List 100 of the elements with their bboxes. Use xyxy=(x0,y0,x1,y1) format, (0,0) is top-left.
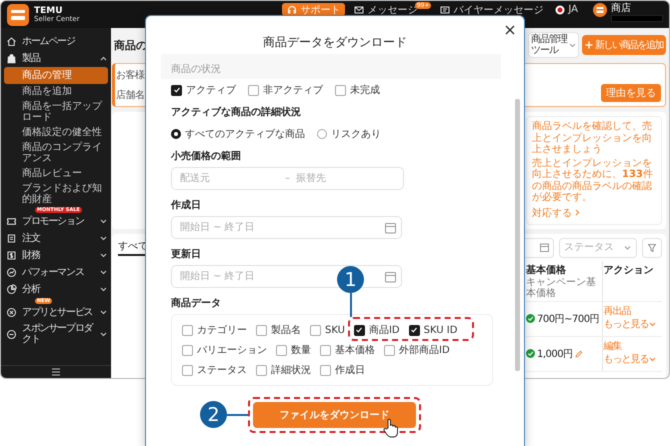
checkbox[interactable]: SKU xyxy=(310,323,345,337)
dialog-title: 商品データをダウンロード xyxy=(263,34,407,51)
checkbox[interactable]: 外部商品ID xyxy=(384,343,450,357)
check-icon xyxy=(410,326,418,334)
section-label: 小売価格の範囲 xyxy=(171,150,241,163)
chat-icon xyxy=(440,4,450,14)
checkbox[interactable]: 作成日 xyxy=(320,363,365,377)
checkbox[interactable]: 製品名 xyxy=(256,323,301,337)
price-text: 700円~700円 xyxy=(537,312,600,326)
nav-item[interactable]: ホームページ xyxy=(1,33,111,50)
chevron-right-icon xyxy=(575,209,580,216)
pie-chart-icon xyxy=(6,284,17,295)
hand-cursor-icon xyxy=(383,418,399,438)
calendar-icon xyxy=(385,222,396,233)
checkbox[interactable]: ステータス xyxy=(182,363,247,377)
checkbox[interactable]: アクティブ xyxy=(171,83,236,97)
chevron-down-icon xyxy=(100,236,107,241)
chevron-down-icon xyxy=(100,332,107,336)
status-select[interactable]: ステータス xyxy=(559,238,637,258)
store-avatar-icon xyxy=(593,3,607,17)
logo-icon xyxy=(7,4,29,26)
notice-text: お客様 xyxy=(116,68,144,82)
circle-x-icon xyxy=(6,307,17,318)
chevron-up-icon xyxy=(100,56,107,61)
chevron-down-icon xyxy=(100,287,107,292)
section-label: 作成日 xyxy=(171,198,201,212)
column-header: 基本価格 xyxy=(526,264,567,276)
plus-icon xyxy=(585,41,593,49)
language-button[interactable]: JA xyxy=(552,3,581,16)
card-title: 商品ラベルを確認して、売上とインプレッションを向上させましょう xyxy=(532,121,653,156)
check-icon xyxy=(355,326,364,334)
section-label: 更新日 xyxy=(171,247,201,261)
chevron-down-icon xyxy=(569,42,576,48)
column-subheader: キャンペーン基本価格 xyxy=(526,276,597,298)
radio-button[interactable]: リスクあり xyxy=(317,127,381,141)
brand-name: TEMU xyxy=(34,6,63,16)
menu-icon[interactable] xyxy=(51,368,61,376)
check-icon xyxy=(172,86,180,94)
checkbox[interactable]: 非アクティブ xyxy=(248,83,323,97)
nav-item[interactable]: 分析 xyxy=(1,281,111,298)
chevron-down-icon xyxy=(649,322,656,328)
nav-subitem[interactable]: 商品レビュー xyxy=(4,166,108,181)
radio-button[interactable]: すべてのアクティブな商品 xyxy=(171,127,305,141)
nav-item[interactable]: スポンサープロダクト xyxy=(1,321,111,347)
nav-item[interactable]: 財務 xyxy=(1,247,111,264)
bag-icon xyxy=(6,53,17,64)
checkbox[interactable]: SKU ID xyxy=(408,323,458,337)
range-separator: – xyxy=(285,173,290,184)
house-icon xyxy=(6,36,17,47)
nav-item[interactable]: 製品 xyxy=(1,50,111,67)
filter-button[interactable] xyxy=(642,238,662,258)
checkbox[interactable]: 基本価格 xyxy=(320,343,375,357)
nav-subitem[interactable]: 価格設定の健全性 xyxy=(4,125,108,140)
nav-subitem[interactable]: 商品を追加 xyxy=(4,84,108,99)
chevron-down-icon xyxy=(100,219,107,224)
section-label: アクティブな商品の詳細状況 xyxy=(171,105,301,119)
checkbox[interactable]: 商品ID xyxy=(354,323,400,337)
store-name: 商店 xyxy=(611,3,632,14)
nav-item[interactable]: 注文 xyxy=(1,230,111,247)
flag-icon xyxy=(555,4,566,14)
nav-subitem[interactable]: 商品のコンプライアンス xyxy=(4,140,108,166)
message-button[interactable]: バイヤーメッセージ xyxy=(437,3,546,16)
section-label: 商品の状況 xyxy=(171,64,221,75)
checkbox[interactable]: 未完成 xyxy=(335,83,380,97)
column-header: アクション xyxy=(603,264,654,276)
checkbox[interactable]: カテゴリー xyxy=(182,323,247,337)
mail-icon xyxy=(354,4,364,14)
ticket-icon xyxy=(6,216,17,227)
checkbox[interactable]: バリエーション xyxy=(182,343,267,357)
chevron-down-icon xyxy=(624,245,631,250)
min-price-input[interactable]: 配送元 xyxy=(180,173,279,184)
chevron-down-icon xyxy=(100,253,107,258)
calendar-icon xyxy=(385,271,396,282)
notice-text: 店舗名 xyxy=(116,88,144,102)
section-label: 商品データ xyxy=(171,296,221,310)
chevron-down-icon xyxy=(100,270,107,275)
chevron-down-icon xyxy=(649,357,656,362)
max-price-input[interactable]: 振替先 xyxy=(296,173,395,184)
leader-line xyxy=(227,414,248,416)
calendar-icon xyxy=(540,243,549,252)
nav-subitem[interactable]: ブランドおよび知的財産 xyxy=(4,181,108,207)
pencil-icon[interactable] xyxy=(574,350,583,358)
date-range-field[interactable]: 開始日 ~ 終了日 xyxy=(171,216,402,239)
checkbox[interactable]: 詳細状況 xyxy=(256,363,311,377)
chevron-down-icon xyxy=(100,310,107,315)
leader-line xyxy=(350,293,352,317)
gauge-icon xyxy=(6,267,17,278)
step-number: 2 xyxy=(200,401,227,428)
redaction-bar xyxy=(611,15,663,22)
nav-item[interactable]: パフォーマンス xyxy=(1,264,111,281)
nav-subitem[interactable]: 商品を一括アップロード xyxy=(4,99,108,125)
list-icon xyxy=(6,233,17,244)
price-text: 1,000円 xyxy=(537,348,573,360)
checkbox[interactable]: 数量 xyxy=(276,343,311,357)
nav-subitem[interactable]: 商品の管理 xyxy=(4,67,108,84)
dollar-icon xyxy=(6,250,17,261)
tools-dropdown[interactable]: 商品管理ツール xyxy=(528,32,579,58)
close-icon[interactable] xyxy=(505,25,515,35)
filter-icon xyxy=(648,244,656,252)
card-text: 売上とインプレッションを向上させるために、133件の商品の商品ラベルの確認が必要です。 xyxy=(532,158,654,204)
